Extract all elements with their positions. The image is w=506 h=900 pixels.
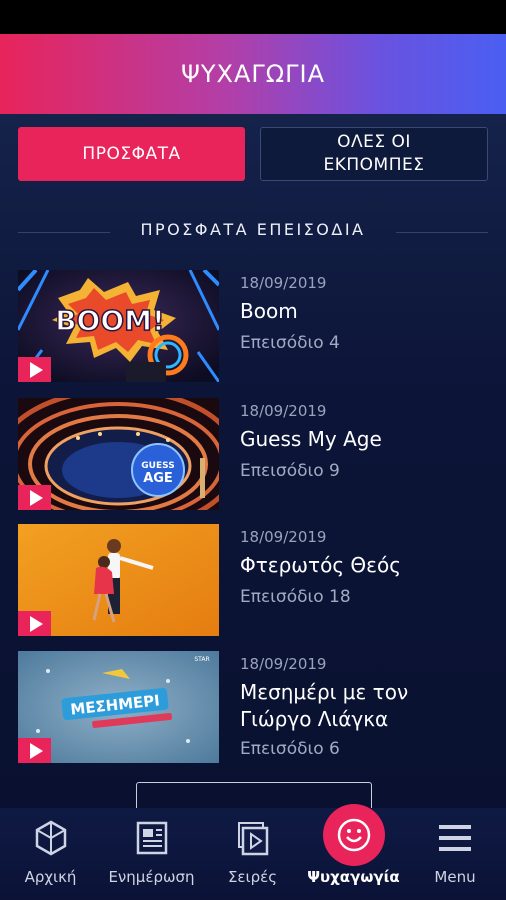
boom-logo-text: BOOM!: [55, 304, 165, 337]
nav-item-menu[interactable]: Menu: [404, 808, 506, 900]
main-content[interactable]: ΠΡΟΣΦΑΤΑ ΟΛΕΣ ΟΙ ΕΚΠΟΜΠΕΣ ΠΡΟΣΦΑΤΑ ΕΠΕΙΣ…: [0, 114, 506, 808]
load-more-button[interactable]: [136, 782, 372, 808]
episode-thumbnail[interactable]: ΜΕΣΗΜΕΡΙ STAR: [18, 651, 219, 763]
play-button[interactable]: [18, 485, 51, 510]
nav-item-series[interactable]: Σειρές: [202, 808, 303, 900]
episode-date: 18/09/2019: [240, 402, 327, 420]
newspaper-icon: [136, 821, 167, 855]
nav-label-news: Ενημέρωση: [108, 868, 195, 886]
guess-logo-text: GUESS: [141, 461, 174, 471]
section-divider-right: [396, 232, 488, 233]
episode-number: Επεισόδιο 18: [240, 587, 351, 607]
section-header: ΠΡΟΣΦΑΤΑ ΕΠΕΙΣΟΔΙΑ: [18, 220, 488, 246]
episode-number: Επεισόδιο 4: [240, 333, 340, 353]
episode-title[interactable]: Μεσημέρι με τον Γιώργο Λιάγκα: [240, 679, 488, 733]
episode-date: 18/09/2019: [240, 274, 327, 292]
star-channel-logo: STAR: [194, 656, 209, 663]
episode-thumbnail[interactable]: GUESS AGE: [18, 398, 219, 510]
app-header: ΨΥΧΑΓΩΓΙΑ: [0, 34, 506, 114]
hamburger-menu-icon: [439, 825, 471, 851]
nav-label-series: Σειρές: [227, 868, 278, 886]
smiley-icon: [337, 818, 370, 852]
episode-title-line1: Μεσημέρι με τον: [240, 680, 409, 704]
section-title: ΠΡΟΣΦΑΤΑ ΕΠΕΙΣΟΔΙΑ: [140, 220, 366, 239]
tab-all-shows-label: ΟΛΕΣ ΟΙ ΕΚΠΟΜΠΕΣ: [324, 131, 425, 177]
tab-all-shows[interactable]: ΟΛΕΣ ΟΙ ΕΚΠΟΜΠΕΣ: [260, 127, 488, 181]
age-logo-text: AGE: [143, 471, 173, 486]
status-bar: [0, 0, 506, 34]
episode-item[interactable]: BOOM! 18/09/2019 Boom Επεισόδιο 4: [18, 270, 488, 382]
episode-number: Επεισόδιο 9: [240, 461, 340, 481]
episode-item[interactable]: GUESS AGE 18/09/2019 Guess My Age Επεισό…: [18, 398, 488, 510]
episode-info: 18/09/2019 Guess My Age Επεισόδιο 9: [240, 398, 488, 481]
episode-title[interactable]: Boom: [240, 298, 488, 325]
episode-date: 18/09/2019: [240, 655, 327, 673]
nav-label-home: Αρχική: [24, 868, 77, 886]
episode-title[interactable]: Φτερωτός Θεός: [240, 552, 488, 579]
episode-number: Επεισόδιο 6: [240, 739, 340, 759]
page-title: ΨΥΧΑΓΩΓΙΑ: [181, 60, 325, 88]
episode-title-line2: Γιώργο Λιάγκα: [240, 707, 389, 731]
episode-title-line1: Boom: [240, 299, 298, 323]
play-button[interactable]: [18, 357, 51, 382]
play-button[interactable]: [18, 611, 51, 636]
nav-item-home[interactable]: Αρχική: [0, 808, 101, 900]
bottom-navigation: Αρχική Ενημέρωση Σειρές Ψυχαγωγία Menu: [0, 804, 506, 900]
play-icon: [29, 361, 43, 378]
episode-info: 18/09/2019 Φτερωτός Θεός Επεισόδιο 18: [240, 524, 488, 607]
nav-item-entertainment[interactable]: Ψυχαγωγία: [303, 804, 404, 900]
tab-all-shows-label-line2: ΕΚΠΟΜΠΕΣ: [323, 155, 425, 175]
episode-date: 18/09/2019: [240, 528, 327, 546]
tab-all-shows-label-line1: ΟΛΕΣ ΟΙ: [337, 132, 411, 152]
active-tab-indicator: [322, 804, 385, 866]
nav-item-news[interactable]: Ενημέρωση: [101, 808, 202, 900]
nav-label-menu: Menu: [434, 868, 476, 886]
episode-info: 18/09/2019 Boom Επεισόδιο 4: [240, 270, 488, 353]
play-icon: [29, 489, 43, 506]
episode-item[interactable]: 18/09/2019 Φτερωτός Θεός Επεισόδιο 18: [18, 524, 488, 636]
episode-title[interactable]: Guess My Age: [240, 426, 488, 453]
tab-recent-label: ΠΡΟΣΦΑΤΑ: [82, 143, 181, 164]
play-icon: [29, 742, 43, 759]
home-cube-icon: [35, 820, 66, 856]
episode-title-line1: Guess My Age: [240, 427, 382, 451]
episode-thumbnail[interactable]: [18, 524, 219, 636]
play-button[interactable]: [18, 738, 51, 763]
series-play-icon: [237, 822, 268, 856]
nav-label-entertainment: Ψυχαγωγία: [307, 868, 400, 886]
play-icon: [29, 615, 43, 632]
episode-title-line1: Φτερωτός Θεός: [240, 553, 401, 577]
tab-recent[interactable]: ΠΡΟΣΦΑΤΑ: [18, 127, 245, 181]
episode-item[interactable]: ΜΕΣΗΜΕΡΙ STAR 18/09/2019 Μεσημέρι με τον…: [18, 651, 488, 767]
episode-info: 18/09/2019 Μεσημέρι με τον Γιώργο Λιάγκα…: [240, 651, 488, 759]
episode-thumbnail[interactable]: BOOM!: [18, 270, 219, 382]
